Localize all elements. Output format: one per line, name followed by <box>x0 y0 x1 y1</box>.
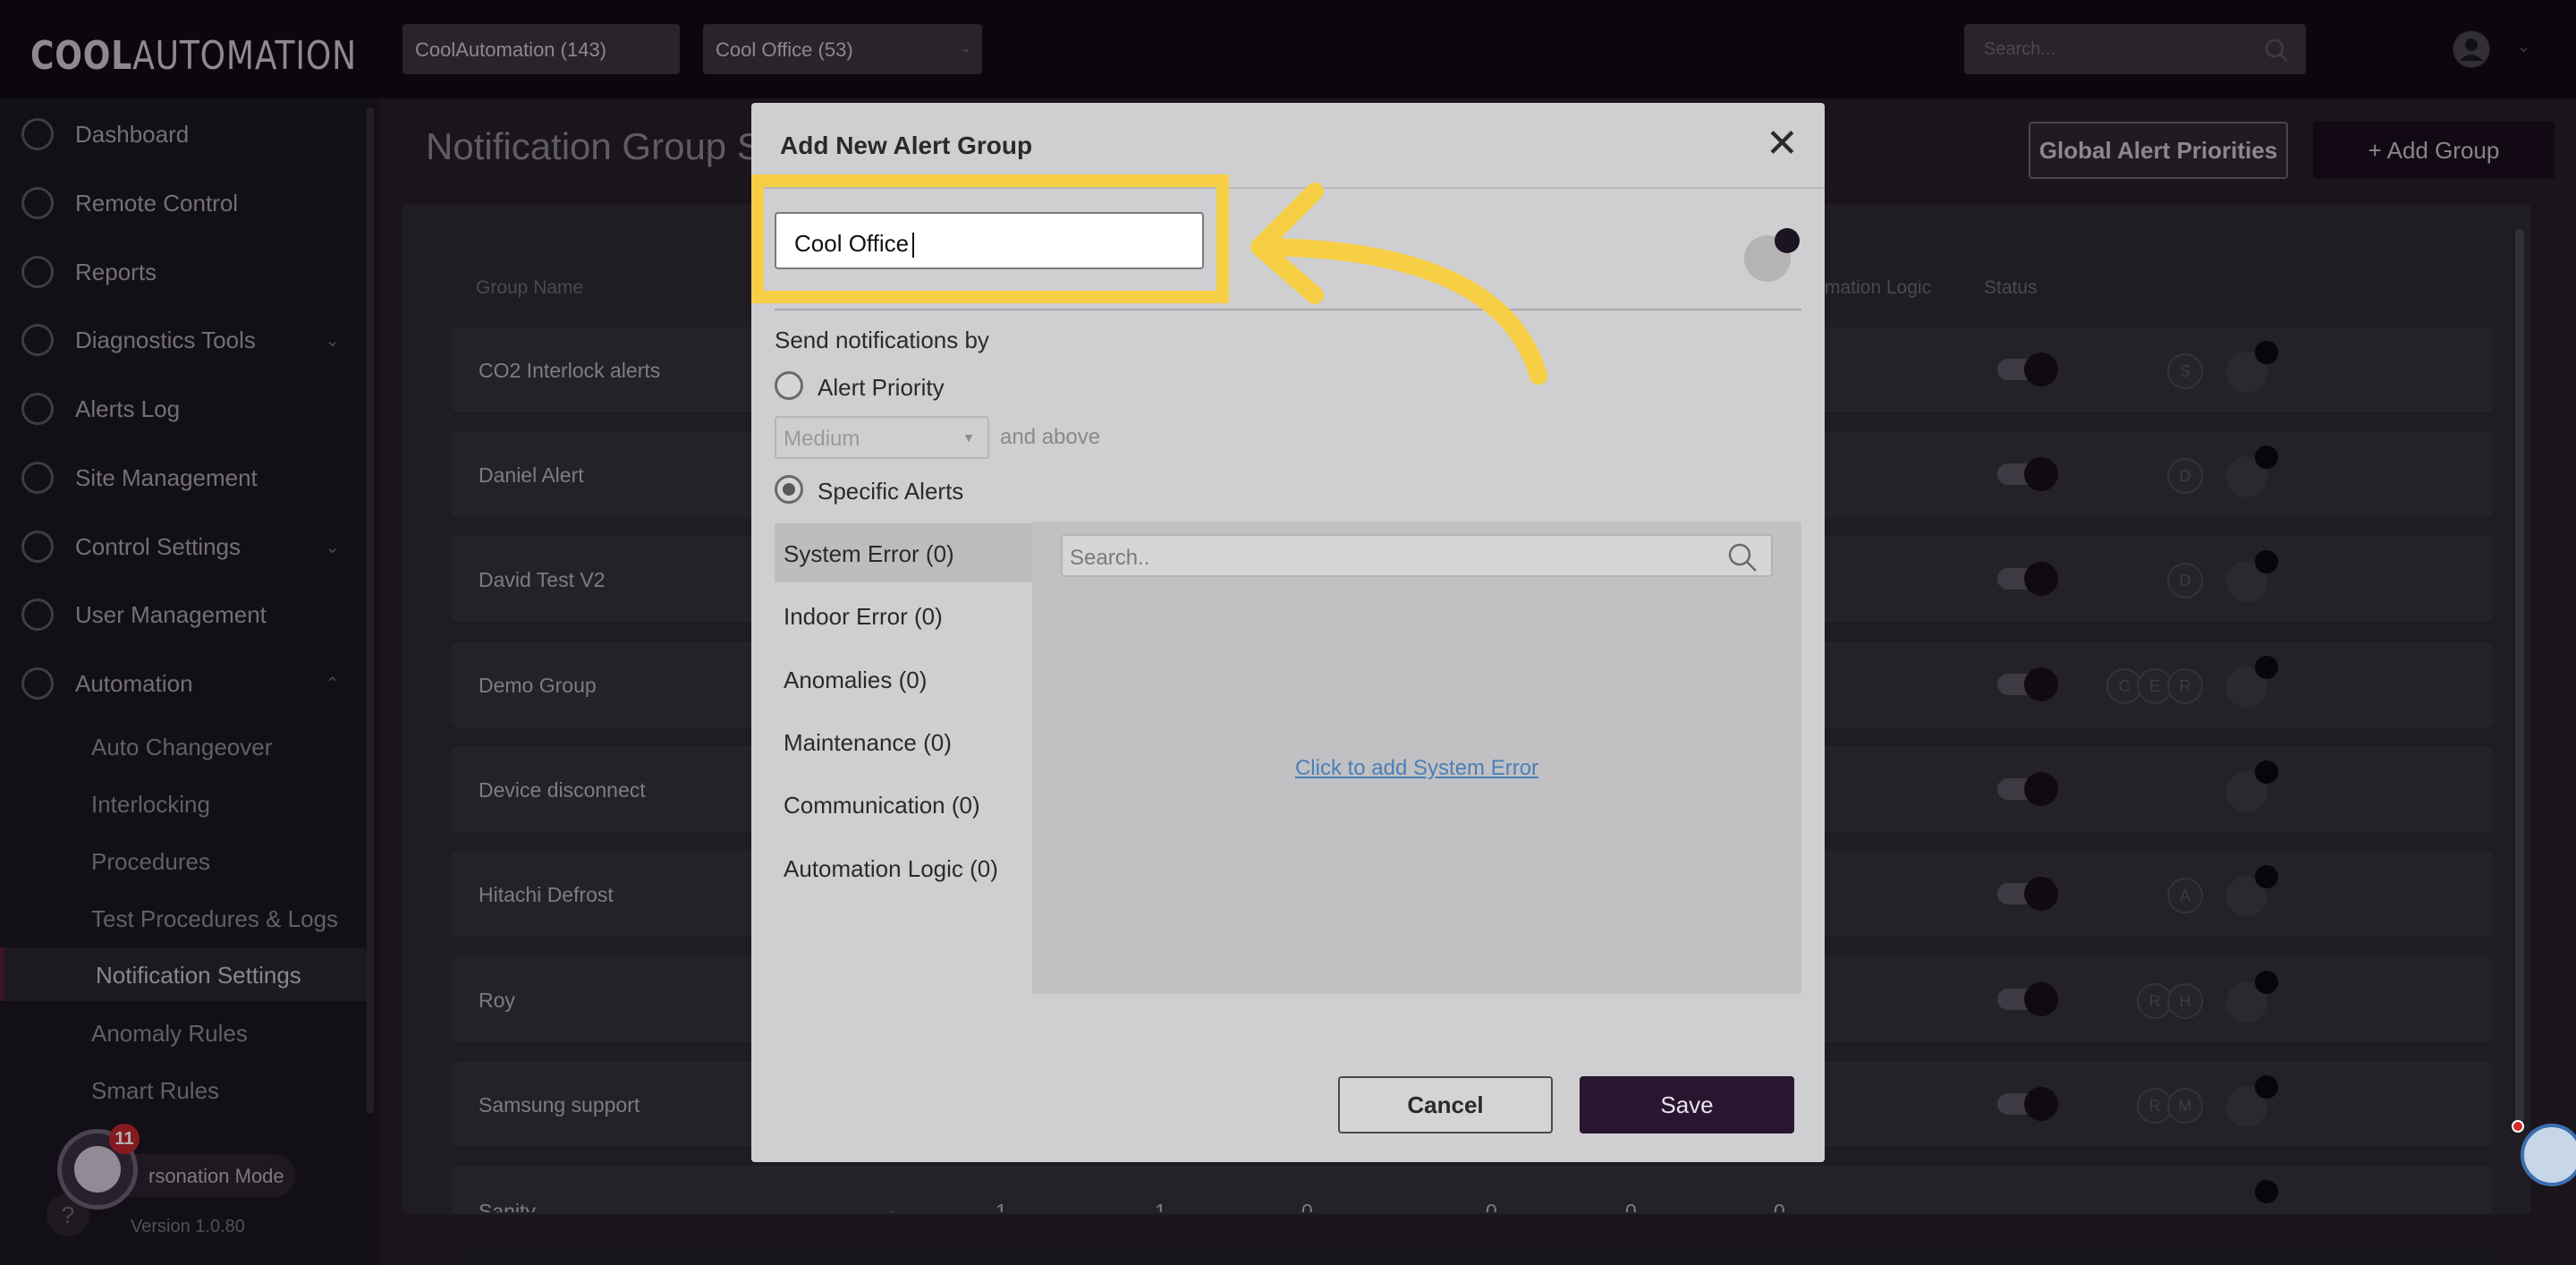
alert-search-input[interactable]: Search.. <box>1061 534 1773 577</box>
save-button[interactable]: Save <box>1580 1076 1794 1133</box>
arrow-annotation-icon <box>1250 183 1547 385</box>
category-communication[interactable]: Communication (0) <box>775 775 1032 834</box>
category-indoor-error[interactable]: Indoor Error (0) <box>775 586 1032 645</box>
category-list: System Error (0) Indoor Error (0) Anomal… <box>775 522 1032 994</box>
specific-alerts-label[interactable]: Specific Alerts <box>818 478 963 505</box>
cancel-button[interactable]: Cancel <box>1338 1076 1553 1133</box>
add-system-error-link[interactable]: Click to add System Error <box>1032 756 1801 781</box>
highlight-box <box>751 174 1229 303</box>
alert-selection-area: Search.. Click to add System Error <box>1032 522 1801 994</box>
support-chat-icon[interactable] <box>2521 1124 2576 1186</box>
category-anomalies[interactable]: Anomalies (0) <box>775 649 1032 709</box>
close-icon[interactable]: ✕ <box>1766 124 1799 164</box>
category-system-error[interactable]: System Error (0) <box>775 523 1032 582</box>
caret-down-icon: ▼ <box>962 430 975 445</box>
dialog-title: Add New Alert Group <box>780 132 1033 159</box>
priority-select-value: Medium <box>784 427 860 451</box>
alert-priority-label[interactable]: Alert Priority <box>818 374 945 402</box>
priority-select[interactable]: Medium ▼ <box>775 416 989 459</box>
alert-category-panel: System Error (0) Indoor Error (0) Anomal… <box>775 522 1801 994</box>
specific-alerts-radio[interactable] <box>775 475 803 504</box>
category-automation-logic[interactable]: Automation Logic (0) <box>775 838 1032 897</box>
category-maintenance[interactable]: Maintenance (0) <box>775 712 1032 771</box>
pencil-icon[interactable] <box>1775 228 1800 253</box>
notification-dot <box>2512 1120 2524 1133</box>
and-above-label: and above <box>1000 425 1101 449</box>
alert-search-placeholder: Search.. <box>1070 546 1150 570</box>
send-notifications-label: Send notifications by <box>775 327 989 353</box>
search-icon <box>1728 543 1757 572</box>
alert-priority-radio[interactable] <box>775 371 803 400</box>
